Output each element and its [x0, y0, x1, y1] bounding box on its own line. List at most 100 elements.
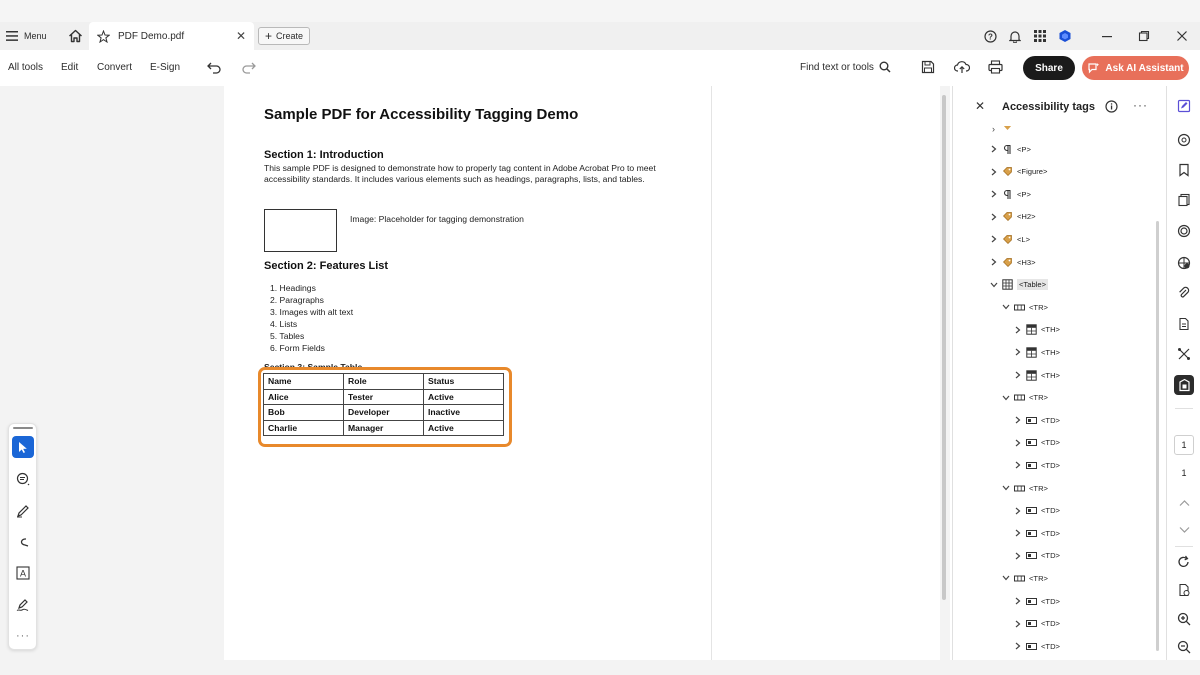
- tree-node[interactable]: <TD>: [1013, 547, 1060, 565]
- sign-tool-button[interactable]: [12, 594, 34, 616]
- tree-node[interactable]: <TD>: [1013, 456, 1060, 474]
- layers-icon[interactable]: [1174, 221, 1194, 241]
- save-icon[interactable]: [921, 60, 935, 74]
- edit-pdf-icon[interactable]: [1174, 96, 1194, 116]
- content-icon[interactable]: [1174, 253, 1194, 273]
- accessibility-tags-rail-button[interactable]: [1174, 375, 1194, 395]
- ask-ai-assistant-button[interactable]: Ask AI Assistant: [1082, 56, 1189, 80]
- toolbar-edit[interactable]: Edit: [61, 62, 78, 73]
- bell-icon[interactable]: [1007, 28, 1023, 44]
- tree-node[interactable]: <H3>: [989, 253, 1036, 271]
- chevron-down-icon[interactable]: [1001, 484, 1010, 493]
- pages-icon[interactable]: [1174, 190, 1194, 210]
- undo-icon[interactable]: [207, 61, 222, 74]
- chevron-right-icon[interactable]: [989, 145, 998, 154]
- chevron-right-icon[interactable]: [1013, 371, 1022, 380]
- tab-pdf-demo[interactable]: PDF Demo.pdf ✕: [89, 22, 254, 50]
- tree-node[interactable]: <P>: [989, 185, 1031, 203]
- tree-node-partial[interactable]: ›: [989, 126, 1013, 138]
- tree-node[interactable]: <Figure>: [989, 163, 1047, 181]
- home-button[interactable]: [66, 27, 84, 45]
- chevron-right-icon[interactable]: [1013, 461, 1022, 470]
- chevron-right-icon[interactable]: [989, 212, 998, 221]
- print-icon[interactable]: [988, 60, 1003, 74]
- tree-node[interactable]: <TD>: [1013, 637, 1060, 655]
- toolbar-convert[interactable]: Convert: [97, 62, 132, 73]
- tree-node[interactable]: <TD>: [1013, 434, 1060, 452]
- chevron-right-icon[interactable]: [1013, 619, 1022, 628]
- redo-icon[interactable]: [241, 61, 256, 74]
- toolbar-all-tools[interactable]: All tools: [8, 62, 43, 73]
- rotate-icon[interactable]: [1174, 552, 1194, 572]
- cloud-account-icon[interactable]: [1057, 28, 1073, 44]
- close-tab-icon[interactable]: ✕: [236, 29, 246, 43]
- toolbar-esign[interactable]: E-Sign: [150, 62, 180, 73]
- find-text-or-tools[interactable]: Find text or tools: [800, 61, 891, 73]
- chevron-down-icon[interactable]: [1001, 574, 1010, 583]
- close-window-icon[interactable]: [1174, 28, 1190, 44]
- chevron-right-icon[interactable]: [1013, 642, 1022, 651]
- chevron-down-icon[interactable]: [989, 280, 998, 289]
- chevron-right-icon[interactable]: [1013, 551, 1022, 560]
- zoom-in-icon[interactable]: [1174, 609, 1194, 629]
- chevron-right-icon[interactable]: [1013, 438, 1022, 447]
- chevron-right-icon[interactable]: [989, 258, 998, 267]
- chevron-right-icon[interactable]: [989, 235, 998, 244]
- menu-button[interactable]: Menu: [6, 28, 47, 44]
- highlight-tool-button[interactable]: [12, 500, 34, 522]
- chevron-right-icon[interactable]: [989, 190, 998, 199]
- apps-grid-icon[interactable]: [1032, 28, 1048, 44]
- chevron-down-icon[interactable]: [1001, 303, 1010, 312]
- zoom-out-icon[interactable]: [1174, 637, 1194, 657]
- tree-node[interactable]: <P>: [989, 140, 1031, 158]
- page-fit-icon[interactable]: [1174, 580, 1194, 600]
- tree-node[interactable]: <TD>: [1013, 502, 1060, 520]
- tree-node[interactable]: <TH>: [1013, 321, 1060, 339]
- more-tools-icon[interactable]: ···: [12, 625, 34, 647]
- tree-node[interactable]: <TD>: [1013, 592, 1060, 610]
- chevron-right-icon[interactable]: [1013, 348, 1022, 357]
- tree-node[interactable]: <TR>: [1001, 298, 1048, 316]
- create-button[interactable]: + Create: [258, 27, 311, 45]
- tree-node[interactable]: <TH>: [1013, 343, 1060, 361]
- chevron-down-icon[interactable]: [1001, 393, 1010, 402]
- tree-node[interactable]: <TR>: [1001, 569, 1048, 587]
- document-properties-icon[interactable]: [1174, 314, 1194, 334]
- bookmark-icon[interactable]: [1174, 160, 1194, 180]
- select-tool-button[interactable]: [12, 436, 34, 458]
- info-icon[interactable]: [1105, 100, 1118, 113]
- restore-icon[interactable]: [1136, 28, 1152, 44]
- chevron-right-icon[interactable]: [1013, 529, 1022, 538]
- current-page-input[interactable]: 1: [1174, 435, 1194, 455]
- comment-rail-icon[interactable]: [1174, 130, 1194, 150]
- chevron-right-icon[interactable]: [1013, 506, 1022, 515]
- tree-node[interactable]: <Table>: [989, 276, 1049, 294]
- chevron-right-icon[interactable]: ›: [989, 126, 998, 134]
- page-up-icon[interactable]: [1174, 493, 1194, 513]
- share-button[interactable]: Share: [1023, 56, 1075, 80]
- close-panel-icon[interactable]: ✕: [975, 99, 985, 113]
- order-icon[interactable]: [1174, 344, 1194, 364]
- upload-cloud-icon[interactable]: [954, 60, 970, 74]
- minimize-icon[interactable]: [1099, 28, 1115, 44]
- page-down-icon[interactable]: [1174, 520, 1194, 540]
- tree-node[interactable]: <TR>: [1001, 479, 1048, 497]
- tree-node[interactable]: <TD>: [1013, 615, 1060, 633]
- canvas-scrollbar[interactable]: [942, 95, 946, 600]
- more-options-icon[interactable]: ···: [1133, 98, 1148, 112]
- star-icon[interactable]: [97, 29, 110, 43]
- tree-node[interactable]: <TD>: [1013, 524, 1060, 542]
- draw-tool-button[interactable]: [12, 531, 34, 553]
- drag-handle[interactable]: [13, 427, 33, 429]
- text-tool-button[interactable]: A: [12, 562, 34, 584]
- tree-node[interactable]: <TR>: [1001, 389, 1048, 407]
- help-icon[interactable]: ?: [982, 28, 998, 44]
- chevron-right-icon[interactable]: [1013, 416, 1022, 425]
- chevron-right-icon[interactable]: [989, 167, 998, 176]
- tree-node[interactable]: <TH>: [1013, 366, 1060, 384]
- panel-scrollbar[interactable]: [1156, 221, 1159, 651]
- tree-node[interactable]: <TD>: [1013, 411, 1060, 429]
- chevron-right-icon[interactable]: [1013, 325, 1022, 334]
- comment-tool-button[interactable]: [12, 468, 34, 490]
- chevron-right-icon[interactable]: [1013, 597, 1022, 606]
